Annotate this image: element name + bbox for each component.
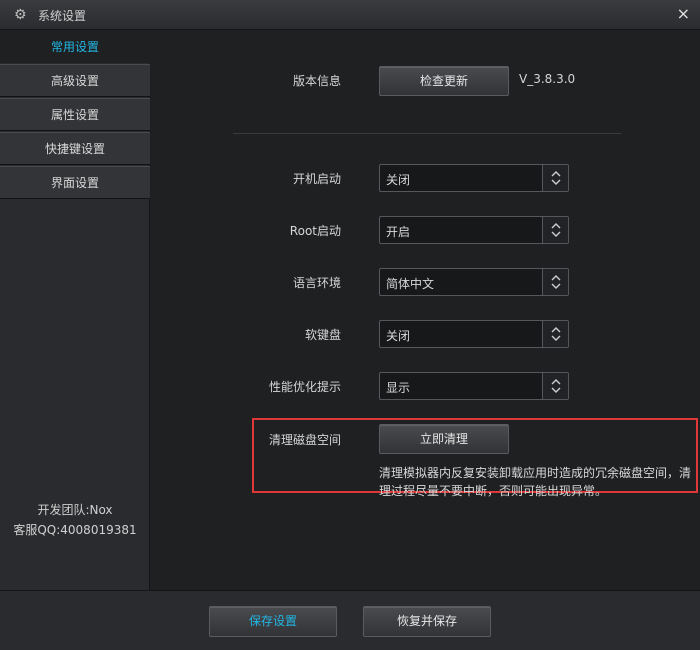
- chevron-updown-icon: [542, 217, 568, 243]
- gear-icon: ⚙: [14, 7, 27, 23]
- boot-start-value: 关闭: [386, 173, 411, 187]
- performance-tip-select[interactable]: 显示: [379, 372, 569, 400]
- chevron-updown-icon: [542, 321, 568, 347]
- window-title: 系统设置: [38, 9, 87, 23]
- soft-keyboard-select[interactable]: 关闭: [379, 320, 569, 348]
- version-label: 版本信息: [292, 74, 341, 88]
- sidebar-item-interface[interactable]: 界面设置: [0, 166, 150, 199]
- boot-start-select[interactable]: 关闭: [379, 164, 569, 192]
- check-update-button[interactable]: 检查更新: [379, 66, 509, 96]
- chevron-updown-icon: [542, 373, 568, 399]
- sidebar-item-shortcuts[interactable]: 快捷键设置: [0, 132, 150, 165]
- soft-keyboard-label: 软键盘: [304, 328, 341, 342]
- performance-tip-label: 性能优化提示: [268, 380, 341, 394]
- title-bar: ⚙ 系统设置 ×: [0, 0, 700, 30]
- language-select[interactable]: 简体中文: [379, 268, 569, 296]
- settings-panel: 版本信息 检查更新 V_3.8.3.0 开机启动 关闭 Root启动 开启 语言…: [151, 30, 700, 590]
- performance-tip-value: 显示: [386, 381, 411, 395]
- language-label: 语言环境: [292, 276, 341, 290]
- chevron-updown-icon: [542, 269, 568, 295]
- version-value: V_3.8.3.0: [519, 72, 576, 86]
- root-start-label: Root启动: [289, 224, 341, 238]
- developer-team-text: 开发团队:Nox: [37, 503, 113, 517]
- chevron-updown-icon: [542, 165, 568, 191]
- save-settings-button[interactable]: 保存设置: [209, 606, 337, 637]
- sidebar-item-properties[interactable]: 属性设置: [0, 98, 150, 131]
- sidebar-item-general[interactable]: 常用设置: [0, 30, 150, 63]
- sidebar-item-advanced[interactable]: 高级设置: [0, 64, 150, 97]
- sidebar: 常用设置 高级设置 属性设置 快捷键设置 界面设置 开发团队:Nox 客服QQ:…: [0, 30, 150, 590]
- root-start-select[interactable]: 开启: [379, 216, 569, 244]
- support-qq-text: 客服QQ:4008019381: [13, 523, 137, 537]
- root-start-value: 开启: [386, 225, 411, 239]
- soft-keyboard-value: 关闭: [386, 329, 411, 343]
- bottom-bar: 保存设置 恢复并保存: [0, 590, 700, 650]
- restore-save-button[interactable]: 恢复并保存: [363, 606, 491, 637]
- cleanup-description: 清理模拟器内反复安装卸载应用时造成的冗余磁盘空间，清理过程尽量不要中断，否则可能…: [379, 466, 692, 498]
- boot-start-label: 开机启动: [292, 172, 341, 186]
- language-value: 简体中文: [386, 277, 435, 291]
- clean-now-button[interactable]: 立即清理: [379, 424, 509, 454]
- divider: [233, 133, 621, 134]
- close-icon[interactable]: ×: [677, 5, 690, 23]
- disk-cleanup-label: 清理磁盘空间: [268, 433, 341, 447]
